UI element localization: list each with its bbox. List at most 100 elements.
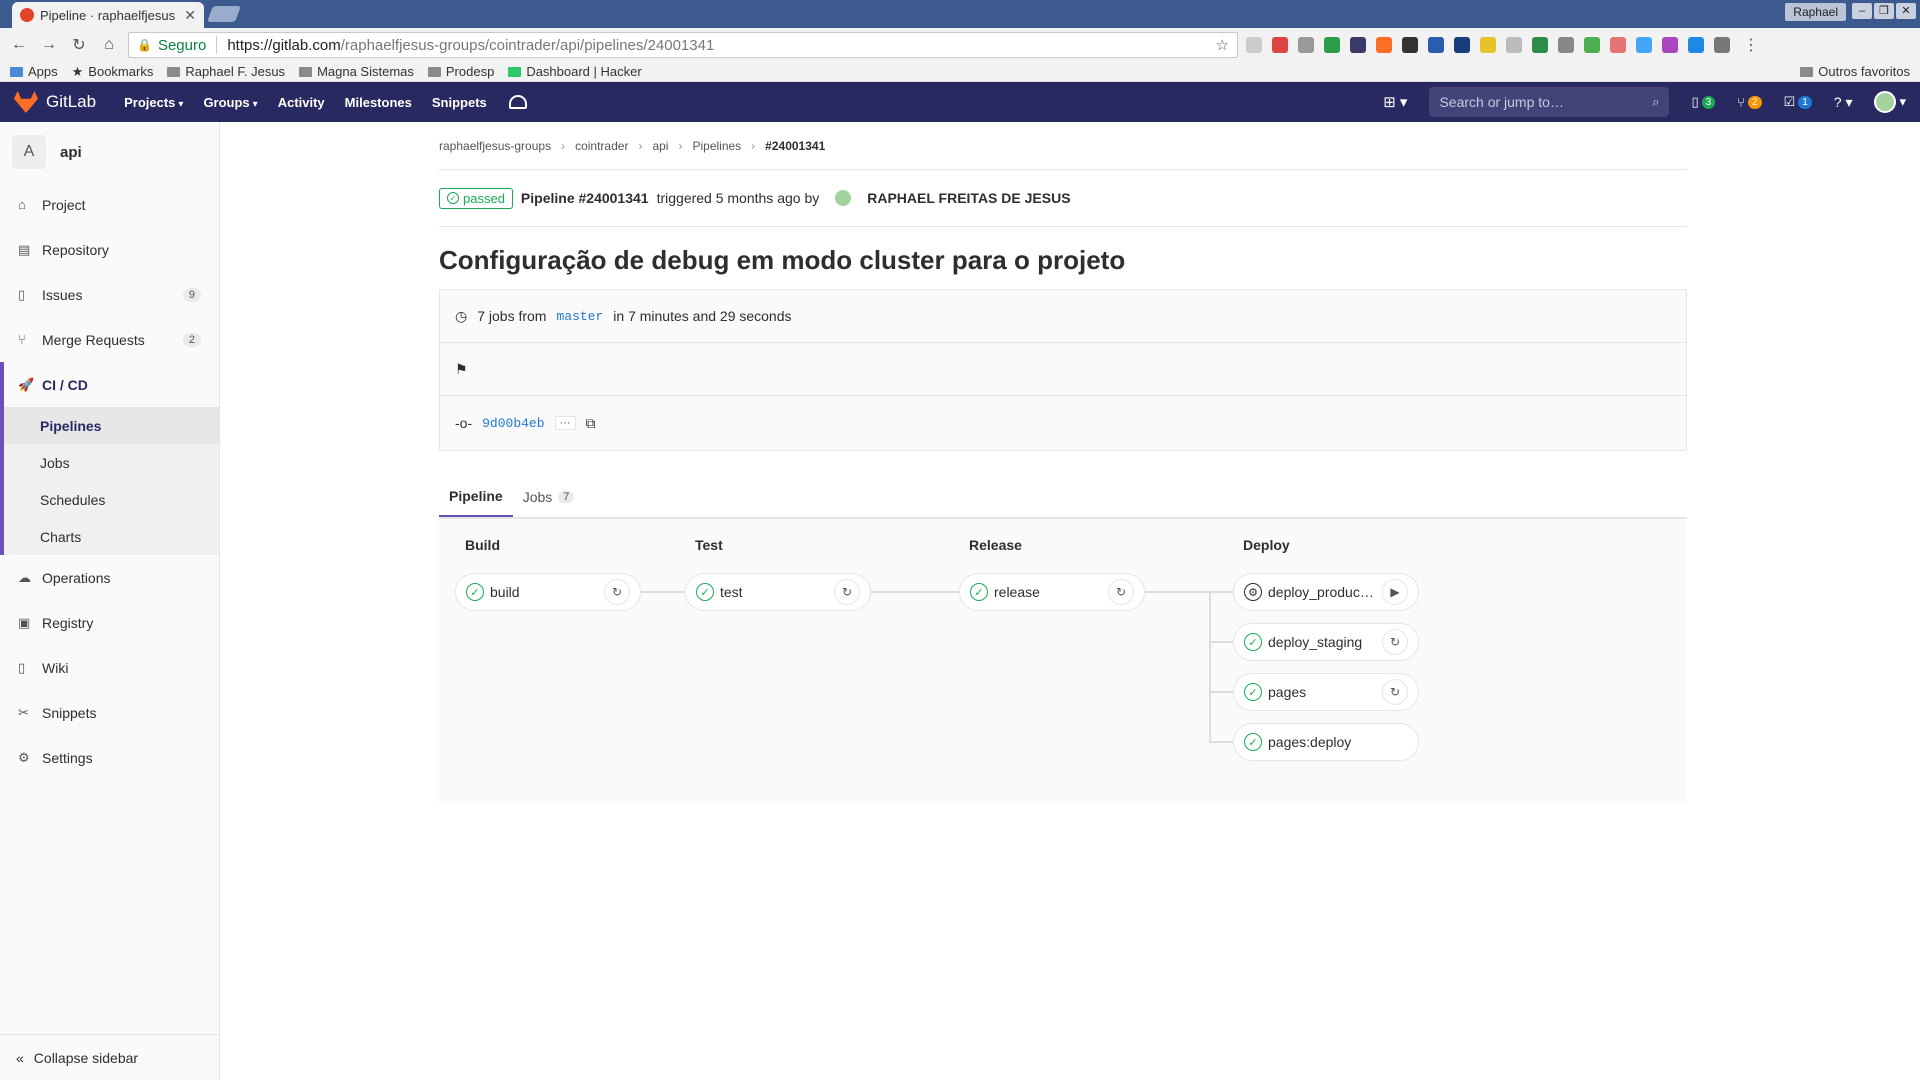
branch-link[interactable]: master bbox=[556, 309, 603, 324]
extension-icon[interactable] bbox=[1532, 37, 1548, 53]
avatar[interactable] bbox=[835, 190, 852, 206]
extension-icon[interactable] bbox=[1324, 37, 1340, 53]
breadcrumb-group[interactable]: raphaelfjesus-groups bbox=[439, 139, 551, 153]
extension-icon[interactable] bbox=[1662, 37, 1678, 53]
address-bar[interactable]: 🔒 Seguro https://gitlab.com /raphaelfjes… bbox=[128, 32, 1238, 58]
sidebar-item-snippets[interactable]: ✂ Snippets bbox=[0, 690, 219, 735]
help-icon[interactable]: ? ▾ bbox=[1834, 94, 1853, 111]
bookmark-apps[interactable]: Apps bbox=[10, 64, 58, 79]
close-tab-icon[interactable]: ✕ bbox=[184, 7, 196, 24]
extension-icon[interactable] bbox=[1428, 37, 1444, 53]
author-name[interactable]: RAPHAEL FREITAS DE JESUS bbox=[867, 190, 1070, 206]
extension-icon[interactable] bbox=[1246, 37, 1262, 53]
retry-icon[interactable]: ↻ bbox=[1108, 579, 1134, 605]
back-icon[interactable]: ← bbox=[8, 36, 30, 54]
forward-icon[interactable]: → bbox=[38, 36, 60, 54]
bookmark-bookmarks[interactable]: ★ Bookmarks bbox=[72, 64, 154, 80]
sidebar-item-cicd[interactable]: 🚀 CI / CD bbox=[0, 362, 219, 407]
performance-gauge-icon[interactable] bbox=[508, 95, 527, 109]
browser-tab[interactable]: Pipeline · raphaelfjesus ✕ bbox=[12, 2, 204, 28]
bookmark-star-icon[interactable]: ☆ bbox=[1216, 36, 1229, 54]
nav-groups[interactable]: Groups ▾ bbox=[203, 95, 257, 110]
job-test[interactable]: ✓ test ↻ bbox=[685, 573, 871, 611]
cicd-submenu: Pipelines Jobs Schedules Charts bbox=[0, 407, 219, 555]
copy-icon[interactable]: ⧉ bbox=[586, 415, 596, 432]
sidebar-item-operations[interactable]: ☁ Operations bbox=[0, 555, 219, 600]
retry-icon[interactable]: ↻ bbox=[834, 579, 860, 605]
sidebar-item-wiki[interactable]: ▯ Wiki bbox=[0, 645, 219, 690]
issues-count-button[interactable]: ▯ 3 bbox=[1691, 94, 1716, 110]
nav-activity[interactable]: Activity bbox=[278, 95, 325, 110]
breadcrumb-subgroup[interactable]: cointrader bbox=[575, 139, 628, 153]
retry-icon[interactable]: ↻ bbox=[604, 579, 630, 605]
collapse-sidebar-button[interactable]: « Collapse sidebar bbox=[0, 1034, 219, 1080]
extension-icon[interactable] bbox=[1610, 37, 1626, 53]
bookmark-folder[interactable]: Raphael F. Jesus bbox=[167, 64, 285, 79]
user-menu[interactable]: ▾ bbox=[1874, 91, 1906, 113]
browser-profile[interactable]: Raphael bbox=[1785, 3, 1846, 21]
job-build[interactable]: ✓ build ↻ bbox=[455, 573, 641, 611]
extension-icon[interactable] bbox=[1454, 37, 1470, 53]
search-input[interactable]: Search or jump to… ⌕ bbox=[1429, 87, 1670, 117]
home-icon[interactable]: ⌂ bbox=[98, 36, 120, 54]
commit-sha-link[interactable]: 9d00b4eb bbox=[482, 416, 544, 431]
extension-icon[interactable] bbox=[1376, 37, 1392, 53]
close-window-icon[interactable]: ✕ bbox=[1896, 3, 1916, 19]
extension-icon[interactable] bbox=[1688, 37, 1704, 53]
breadcrumb-project[interactable]: api bbox=[652, 139, 668, 153]
job-deploy-staging[interactable]: ✓ deploy_staging ↻ bbox=[1233, 623, 1419, 661]
nav-snippets[interactable]: Snippets bbox=[432, 95, 487, 110]
nav-milestones[interactable]: Milestones bbox=[345, 95, 412, 110]
play-icon[interactable]: ▶ bbox=[1382, 579, 1408, 605]
sidebar-item-registry[interactable]: ▣ Registry bbox=[0, 600, 219, 645]
bookmark-folder[interactable]: Magna Sistemas bbox=[299, 64, 414, 79]
bookmark-other[interactable]: Outros favoritos bbox=[1800, 64, 1910, 79]
sidebar-item-merge-requests[interactable]: ⑂ Merge Requests 2 bbox=[0, 317, 219, 362]
tab-pipeline[interactable]: Pipeline bbox=[439, 476, 513, 517]
extension-icon[interactable] bbox=[1558, 37, 1574, 53]
extension-icon[interactable] bbox=[1402, 37, 1418, 53]
bookmark-folder[interactable]: Prodesp bbox=[427, 64, 494, 79]
sidebar-item-settings[interactable]: ⚙ Settings bbox=[0, 735, 219, 780]
nav-projects[interactable]: Projects ▾ bbox=[124, 95, 183, 110]
extension-icon[interactable] bbox=[1714, 37, 1730, 53]
sidebar-item-project[interactable]: ⌂ Project bbox=[0, 182, 219, 227]
gitlab-logo[interactable]: GitLab bbox=[14, 91, 96, 113]
job-release[interactable]: ✓ release ↻ bbox=[959, 573, 1145, 611]
sidebar-project-header[interactable]: A api bbox=[0, 122, 219, 182]
sidebar-subitem-pipelines[interactable]: Pipelines bbox=[4, 407, 219, 444]
job-pages[interactable]: ✓ pages ↻ bbox=[1233, 673, 1419, 711]
new-item-button[interactable]: ⊞ ▾ bbox=[1383, 93, 1407, 111]
minimize-icon[interactable]: – bbox=[1852, 3, 1872, 19]
new-tab-button[interactable] bbox=[207, 6, 241, 22]
restore-icon[interactable]: ❐ bbox=[1874, 3, 1894, 19]
bookmark-hackerrank[interactable]: Dashboard | Hacker bbox=[508, 64, 642, 79]
extension-icon[interactable] bbox=[1636, 37, 1652, 53]
breadcrumb-pipelines[interactable]: Pipelines bbox=[692, 139, 741, 153]
job-deploy-production[interactable]: ⚙ deploy_producti... ▶ bbox=[1233, 573, 1419, 611]
check-circle-icon: ✓ bbox=[696, 583, 714, 601]
sidebar-subitem-schedules[interactable]: Schedules bbox=[4, 481, 219, 518]
extension-icon[interactable] bbox=[1506, 37, 1522, 53]
breadcrumb-current[interactable]: #24001341 bbox=[765, 139, 825, 153]
reload-icon[interactable]: ↻ bbox=[68, 35, 90, 55]
sidebar-subitem-jobs[interactable]: Jobs bbox=[4, 444, 219, 481]
sidebar-subitem-charts[interactable]: Charts bbox=[4, 518, 219, 555]
extension-icon[interactable] bbox=[1584, 37, 1600, 53]
extension-icon[interactable] bbox=[1298, 37, 1314, 53]
extension-icon[interactable] bbox=[1272, 37, 1288, 53]
extension-icon[interactable] bbox=[1480, 37, 1496, 53]
todos-count-button[interactable]: ☑ 1 bbox=[1784, 94, 1812, 110]
retry-icon[interactable]: ↻ bbox=[1382, 679, 1408, 705]
tab-jobs[interactable]: Jobs 7 bbox=[513, 476, 585, 517]
extension-icon[interactable] bbox=[1350, 37, 1366, 53]
sidebar-item-issues[interactable]: ▯ Issues 9 bbox=[0, 272, 219, 317]
menu-icon[interactable]: ⋮ bbox=[1740, 35, 1762, 55]
retry-icon[interactable]: ↻ bbox=[1382, 629, 1408, 655]
sidebar-item-repository[interactable]: ▤ Repository bbox=[0, 227, 219, 272]
status-badge[interactable]: ✓ passed bbox=[439, 187, 513, 209]
merge-request-icon: ⑂ bbox=[1737, 94, 1745, 110]
merge-requests-count-button[interactable]: ⑂ 2 bbox=[1737, 94, 1762, 110]
expand-commit-button[interactable]: ··· bbox=[554, 416, 576, 430]
job-pages-deploy[interactable]: ✓ pages:deploy bbox=[1233, 723, 1419, 761]
